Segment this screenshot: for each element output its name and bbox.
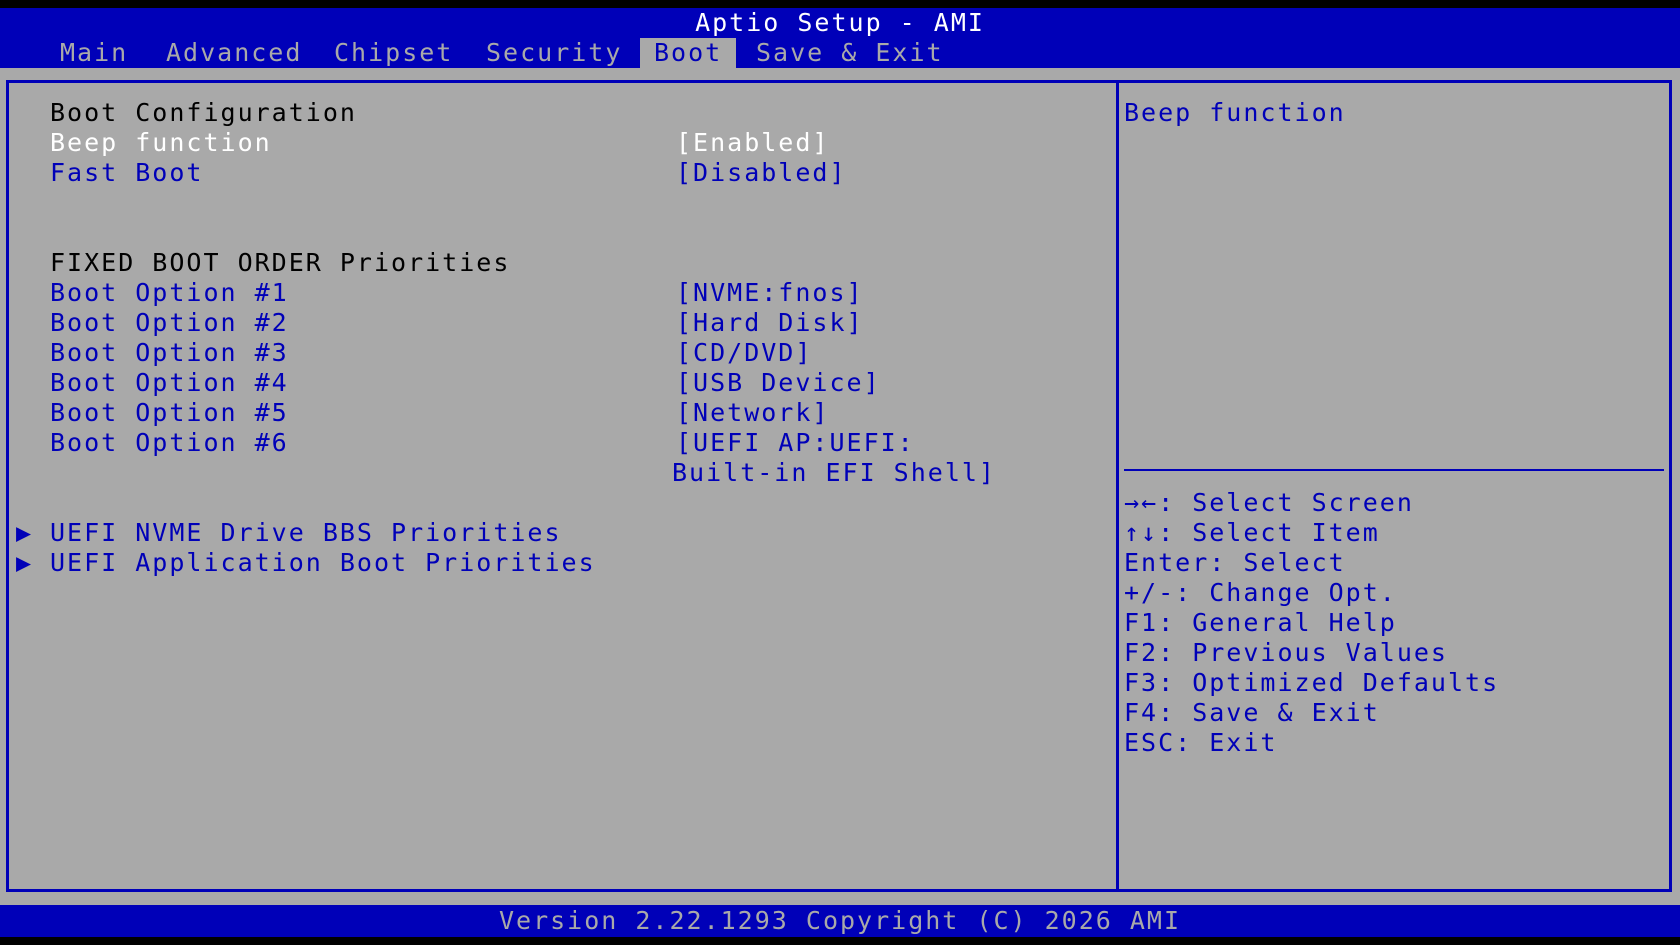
fast-boot-label[interactable]: Fast Boot (50, 158, 203, 188)
key-help-f4: F4: Save & Exit (1124, 698, 1380, 727)
bios-setup-screen: Aptio Setup - AMI Main Advanced Chipset … (0, 0, 1680, 945)
boot-option-6-value[interactable]: [UEFI AP:UEFI: (676, 428, 915, 458)
boot-option-3-label[interactable]: Boot Option #3 (50, 338, 289, 368)
key-help-esc: ESC: Exit (1124, 728, 1278, 757)
boot-option-5-value[interactable]: [Network] (676, 398, 829, 428)
key-help-f3: F3: Optimized Defaults (1124, 668, 1500, 697)
key-help-select-item: ↑↓: Select Item (1124, 518, 1380, 547)
submenu-uefi-nvme-drive[interactable]: ▶ UEFI NVME Drive BBS Priorities (16, 518, 562, 548)
tab-advanced[interactable]: Advanced (166, 38, 302, 68)
help-divider (1124, 469, 1664, 471)
submenu-label: UEFI Application Boot Priorities (50, 548, 596, 577)
submenu-label: UEFI NVME Drive BBS Priorities (50, 518, 562, 547)
tab-bar: Main Advanced Chipset Security Boot Save… (0, 38, 1680, 68)
tab-chipset[interactable]: Chipset (334, 38, 453, 68)
bottom-black-strip (0, 937, 1680, 945)
beep-function-value[interactable]: [Enabled] (676, 128, 829, 158)
boot-option-1-label[interactable]: Boot Option #1 (50, 278, 289, 308)
boot-option-6-value-continued[interactable]: Built-in EFI Shell] (672, 458, 996, 488)
help-text: Beep function (1124, 98, 1346, 127)
submenu-arrow-icon: ▶ (16, 518, 34, 547)
submenu-arrow-icon: ▶ (16, 548, 34, 577)
section-title-boot-order: FIXED BOOT ORDER Priorities (50, 248, 511, 277)
section-title-boot-configuration: Boot Configuration (50, 98, 357, 127)
tab-security[interactable]: Security (486, 38, 622, 68)
boot-option-1-value[interactable]: [NVME:fnos] (676, 278, 864, 308)
tab-main[interactable]: Main (60, 38, 128, 68)
boot-option-4-value[interactable]: [USB Device] (676, 368, 881, 398)
boot-option-3-value[interactable]: [CD/DVD] (676, 338, 812, 368)
key-help-enter: Enter: Select (1124, 548, 1346, 577)
key-help-change-opt: +/-: Change Opt. (1124, 578, 1397, 607)
fast-boot-value[interactable]: [Disabled] (676, 158, 847, 188)
boot-option-4-label[interactable]: Boot Option #4 (50, 368, 289, 398)
top-black-strip (0, 0, 1680, 8)
tab-boot[interactable]: Boot (640, 38, 737, 68)
window-title: Aptio Setup - AMI (695, 8, 985, 37)
boot-option-6-label[interactable]: Boot Option #6 (50, 428, 289, 458)
key-help-select-screen: →←: Select Screen (1124, 488, 1414, 517)
boot-option-5-label[interactable]: Boot Option #5 (50, 398, 289, 428)
key-help-f1: F1: General Help (1124, 608, 1397, 637)
beep-function-label[interactable]: Beep function (50, 128, 272, 158)
key-help-f2: F2: Previous Values (1124, 638, 1448, 667)
submenu-uefi-application[interactable]: ▶ UEFI Application Boot Priorities (16, 548, 596, 578)
tab-save-exit[interactable]: Save & Exit (756, 38, 944, 68)
help-panel (1116, 80, 1672, 892)
version-text: Version 2.22.1293 Copyright (C) 2026 AMI (498, 906, 1182, 935)
boot-option-2-label[interactable]: Boot Option #2 (50, 308, 289, 338)
boot-option-2-value[interactable]: [Hard Disk] (676, 308, 864, 338)
